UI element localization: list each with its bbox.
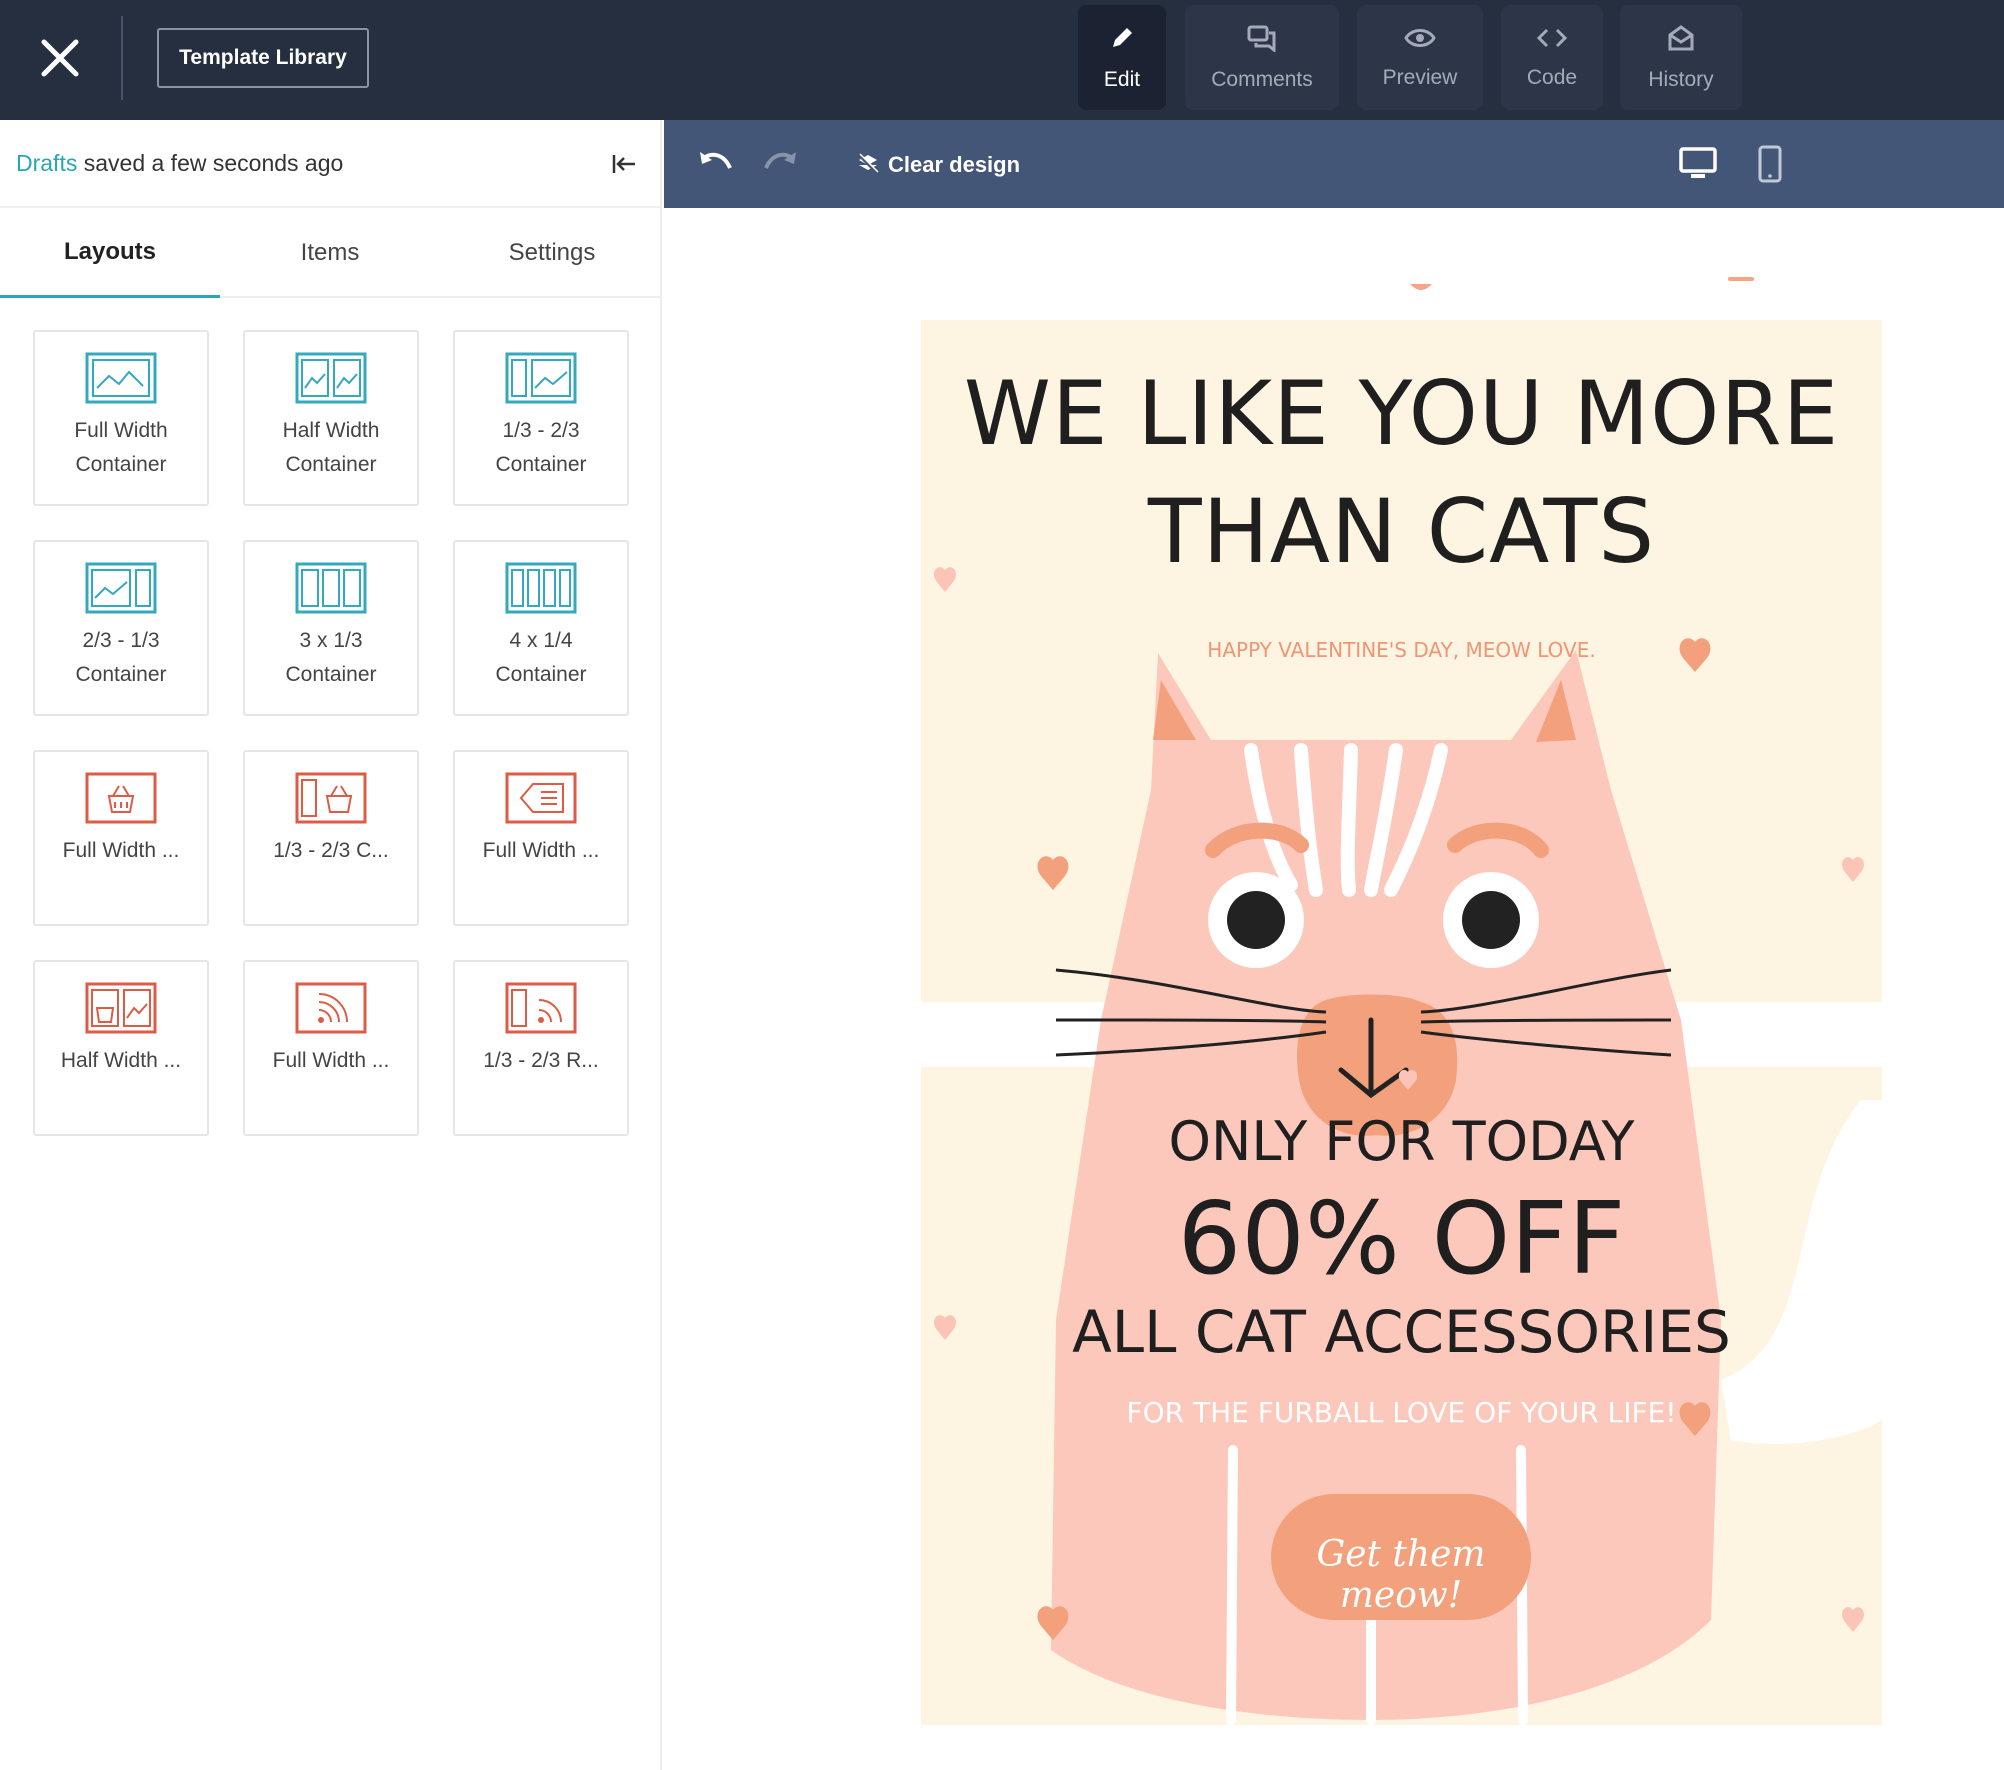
panel-tabs: Layouts Items Settings — [0, 208, 662, 298]
tab-edit[interactable]: Edit — [1078, 5, 1166, 110]
layout-tile-one-third-product[interactable]: 1/3 - 2/3 C... — [243, 750, 419, 926]
layout-tile-label: Full Width Container — [74, 419, 168, 476]
headline-line2[interactable]: THAN CATS — [921, 480, 1882, 583]
full-width-coupon-icon — [505, 772, 577, 824]
layout-tile-label: 1/3 - 2/3 R... — [483, 1049, 599, 1072]
redo-icon[interactable] — [762, 148, 798, 178]
subtitle[interactable]: HAPPY VALENTINE'S DAY, MEOW LOVE. — [921, 638, 1882, 662]
left-panel: Drafts saved a few seconds ago Layouts I… — [0, 120, 662, 1770]
code-icon — [1536, 28, 1568, 47]
heart-decoration — [1410, 284, 1432, 290]
save-status: Drafts saved a few seconds ago — [16, 150, 343, 177]
layout-tile-half-width-product[interactable]: Half Width ... — [33, 960, 209, 1136]
layout-tile-full-width-coupon[interactable]: Full Width ... — [453, 750, 629, 926]
one-third-two-thirds-container-icon — [505, 352, 577, 404]
eye-icon — [1404, 28, 1436, 47]
layout-tile-two-thirds-one-third-container[interactable]: 2/3 - 1/3 Container — [33, 540, 209, 716]
layout-tile-four-column-container[interactable]: 4 x 1/4 Container — [453, 540, 629, 716]
collapse-panel-icon[interactable] — [610, 150, 638, 178]
tab-code-label: Code — [1526, 65, 1578, 89]
offer-line1[interactable]: ONLY FOR TODAY — [921, 1110, 1882, 1173]
tab-preview[interactable]: Preview — [1357, 5, 1483, 110]
offer-line4[interactable]: FOR THE FURBALL LOVE OF YOUR LIFE! — [921, 1396, 1882, 1429]
layout-tile-full-width-product[interactable]: Full Width ... — [33, 750, 209, 926]
layout-tile-full-width-rss[interactable]: Full Width ... — [243, 960, 419, 1136]
headline-line1[interactable]: WE LIKE YOU MORE — [921, 362, 1882, 465]
tab-settings[interactable]: Settings — [442, 208, 662, 298]
tab-layouts[interactable]: Layouts — [0, 208, 220, 298]
layout-tile-label: 2/3 - 1/3 Container — [75, 629, 167, 686]
pencil-icon — [1113, 27, 1132, 47]
layout-tile-label: 3 x 1/3 Container — [285, 629, 377, 686]
divider — [121, 16, 123, 100]
two-thirds-one-third-container-icon — [85, 562, 157, 614]
heart-decoration — [1728, 277, 1754, 281]
one-third-rss-icon — [505, 982, 577, 1034]
save-status-text: saved a few seconds ago — [83, 150, 344, 176]
tab-preview-label: Preview — [1382, 65, 1458, 89]
layout-tile-label: Half Width ... — [60, 1049, 182, 1072]
layout-tile-three-column-container[interactable]: 3 x 1/3 Container — [243, 540, 419, 716]
layout-tile-full-width-container[interactable]: Full Width Container — [33, 330, 209, 506]
three-column-container-icon — [295, 562, 367, 614]
offer-line3[interactable]: ALL CAT ACCESSORIES — [921, 1298, 1882, 1366]
cta-button[interactable]: Get them meow! — [1271, 1534, 1531, 1616]
tab-items[interactable]: Items — [220, 208, 440, 298]
layout-tile-label: 1/3 - 2/3 C... — [273, 839, 389, 862]
clear-design-button[interactable]: Clear design — [888, 152, 1020, 178]
tab-comments-label: Comments — [1211, 67, 1313, 91]
top-bar: Template Library Edit Comments Preview C… — [0, 0, 2004, 120]
tab-edit-label: Edit — [1103, 67, 1141, 91]
template-library-button[interactable]: Template Library — [157, 28, 369, 88]
tab-history-label: History — [1648, 67, 1714, 91]
clear-design-icon[interactable] — [856, 152, 880, 176]
four-column-container-icon — [505, 562, 577, 614]
mobile-view-icon[interactable] — [1756, 144, 1784, 184]
layout-tile-label: 1/3 - 2/3 Container — [495, 419, 587, 476]
layout-tile-one-third-two-thirds-container[interactable]: 1/3 - 2/3 Container — [453, 330, 629, 506]
tab-code[interactable]: Code — [1501, 5, 1603, 110]
close-button[interactable] — [36, 34, 84, 82]
drafts-link[interactable]: Drafts — [16, 150, 77, 176]
tab-history[interactable]: History — [1620, 5, 1742, 110]
newsletter-poster[interactable]: WE LIKE YOU MORE THAN CATS HAPPY VALENTI… — [921, 320, 1882, 1725]
save-status-row: Drafts saved a few seconds ago — [0, 120, 662, 208]
layout-tile-one-third-rss[interactable]: 1/3 - 2/3 R... — [453, 960, 629, 1136]
layout-tile-label: Half Width Container — [282, 419, 380, 476]
one-third-product-icon — [295, 772, 367, 824]
half-width-container-icon — [295, 352, 367, 404]
layout-tile-label: Full Width ... — [272, 1049, 390, 1072]
layout-tile-label: Full Width ... — [62, 839, 180, 862]
full-width-product-icon — [85, 772, 157, 824]
history-icon — [1668, 24, 1694, 50]
close-icon — [41, 39, 79, 77]
desktop-view-icon[interactable] — [1678, 146, 1718, 182]
offer-line2[interactable]: 60% OFF — [921, 1180, 1882, 1297]
layout-tile-label: 4 x 1/4 Container — [495, 629, 587, 686]
full-width-container-icon — [85, 352, 157, 404]
full-width-rss-icon — [295, 982, 367, 1034]
comments-icon — [1247, 25, 1276, 52]
layout-tile-label: Full Width ... — [482, 839, 600, 862]
tab-comments[interactable]: Comments — [1185, 5, 1339, 110]
layout-tile-half-width-container[interactable]: Half Width Container — [243, 330, 419, 506]
undo-icon[interactable] — [698, 148, 734, 178]
half-width-product-icon — [85, 982, 157, 1034]
